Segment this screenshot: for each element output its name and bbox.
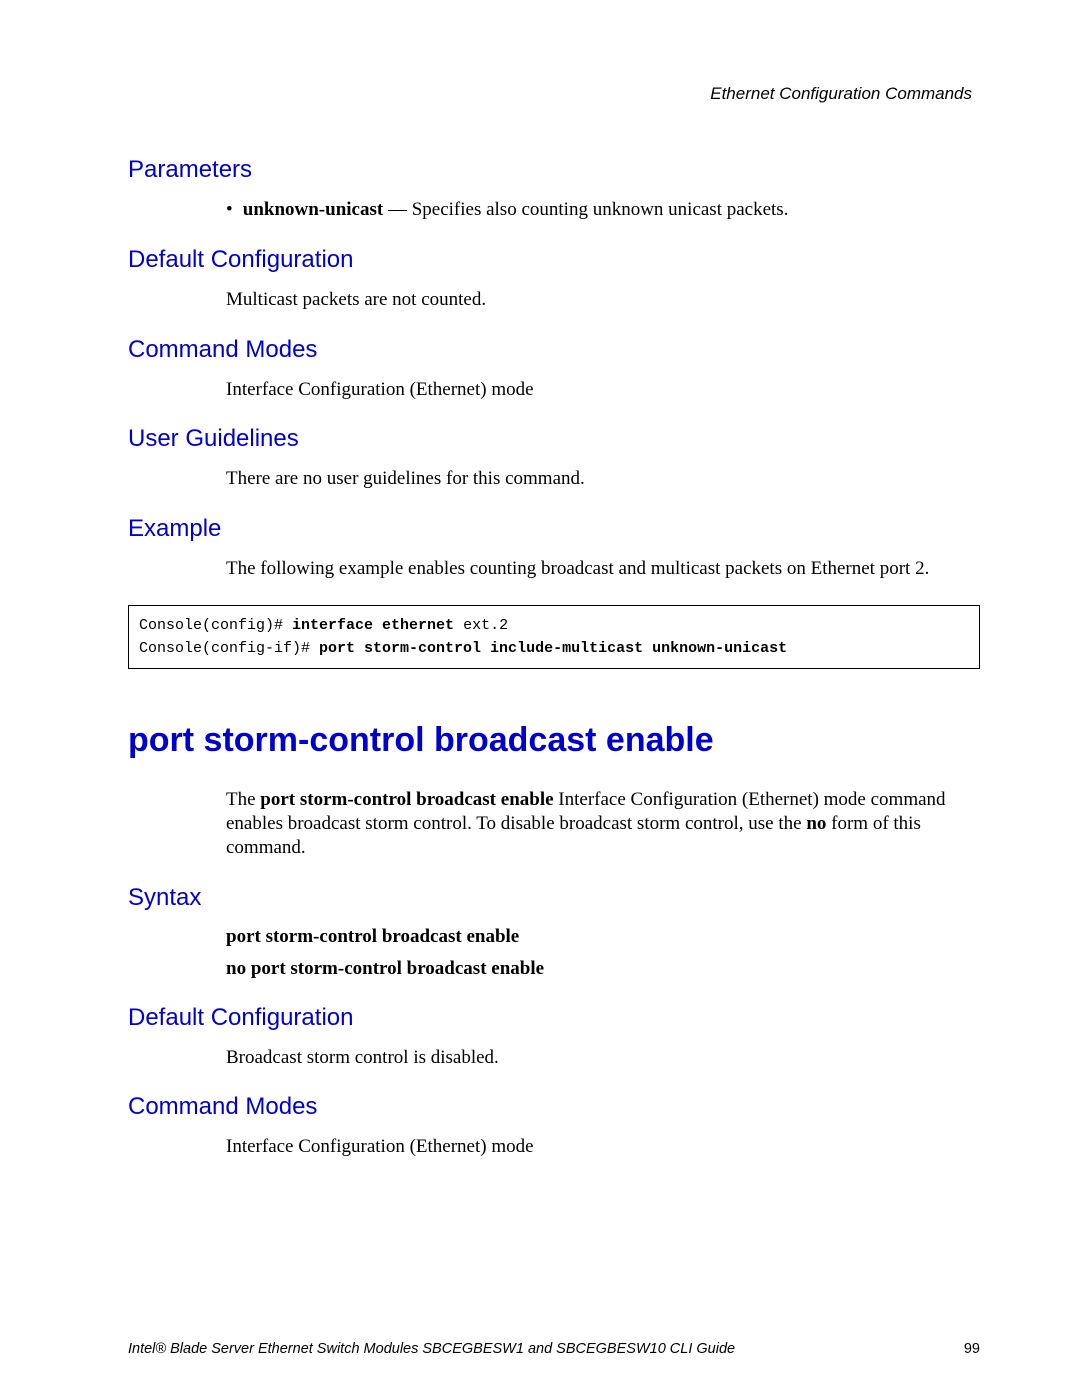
heading-parameters: Parameters bbox=[128, 156, 980, 184]
footer-text: Intel® Blade Server Ethernet Switch Modu… bbox=[128, 1341, 735, 1357]
page-footer: Intel® Blade Server Ethernet Switch Modu… bbox=[128, 1341, 980, 1357]
heading-command-modes-2: Command Modes bbox=[128, 1093, 980, 1121]
command-intro: The port storm-control broadcast enable … bbox=[226, 788, 980, 859]
section-user-guidelines: User Guidelines There are no user guidel… bbox=[128, 425, 980, 491]
code-cmd-2: port storm-control include-multicast unk… bbox=[319, 640, 787, 657]
heading-example: Example bbox=[128, 515, 980, 543]
section-command-modes-1: Command Modes Interface Configuration (E… bbox=[128, 336, 980, 402]
heading-syntax: Syntax bbox=[128, 884, 980, 912]
command-title: port storm-control broadcast enable bbox=[128, 721, 980, 760]
page-number: 99 bbox=[964, 1341, 980, 1357]
example-codebox: Console(config)# interface ethernet ext.… bbox=[128, 605, 980, 670]
code-arg-1: ext.2 bbox=[463, 617, 508, 634]
section-syntax: Syntax port storm-control broadcast enab… bbox=[128, 884, 980, 980]
bullet-desc: — Specifies also counting unknown unicas… bbox=[383, 199, 788, 220]
intro-bold-2: no bbox=[806, 813, 826, 834]
section-example: Example The following example enables co… bbox=[128, 515, 980, 669]
bullet-dot: • bbox=[226, 198, 238, 222]
code-line-2: Console(config-if)# port storm-control i… bbox=[139, 637, 969, 660]
code-prompt-1: Console(config)# bbox=[139, 617, 292, 634]
code-line-1: Console(config)# interface ethernet ext.… bbox=[139, 614, 969, 637]
default-config-2-body: Broadcast storm control is disabled. bbox=[226, 1046, 980, 1070]
chapter-header: Ethernet Configuration Commands bbox=[128, 84, 980, 104]
user-guidelines-body: There are no user guidelines for this co… bbox=[226, 467, 980, 491]
intro-bold-1: port storm-control broadcast enable bbox=[260, 789, 553, 810]
bullet-term: unknown-unicast bbox=[243, 199, 383, 220]
heading-default-config-2: Default Configuration bbox=[128, 1004, 980, 1032]
example-body: The following example enables counting b… bbox=[226, 557, 980, 581]
section-default-config-2: Default Configuration Broadcast storm co… bbox=[128, 1004, 980, 1070]
intro-prefix: The bbox=[226, 789, 260, 810]
syntax-line-1: port storm-control broadcast enable bbox=[226, 926, 980, 948]
command-modes-1-body: Interface Configuration (Ethernet) mode bbox=[226, 378, 980, 402]
section-default-config-1: Default Configuration Multicast packets … bbox=[128, 246, 980, 312]
parameters-bullet: • unknown-unicast — Specifies also count… bbox=[226, 198, 980, 222]
syntax-line-2: no port storm-control broadcast enable bbox=[226, 958, 980, 980]
heading-command-modes-1: Command Modes bbox=[128, 336, 980, 364]
section-parameters: Parameters • unknown-unicast — Specifies… bbox=[128, 156, 980, 222]
document-page: Ethernet Configuration Commands Paramete… bbox=[0, 0, 1080, 1159]
heading-user-guidelines: User Guidelines bbox=[128, 425, 980, 453]
section-command-modes-2: Command Modes Interface Configuration (E… bbox=[128, 1093, 980, 1159]
command-modes-2-body: Interface Configuration (Ethernet) mode bbox=[226, 1135, 980, 1159]
code-prompt-2: Console(config-if)# bbox=[139, 640, 319, 657]
heading-default-config-1: Default Configuration bbox=[128, 246, 980, 274]
default-config-1-body: Multicast packets are not counted. bbox=[226, 288, 980, 312]
code-cmd-1: interface ethernet bbox=[292, 617, 463, 634]
